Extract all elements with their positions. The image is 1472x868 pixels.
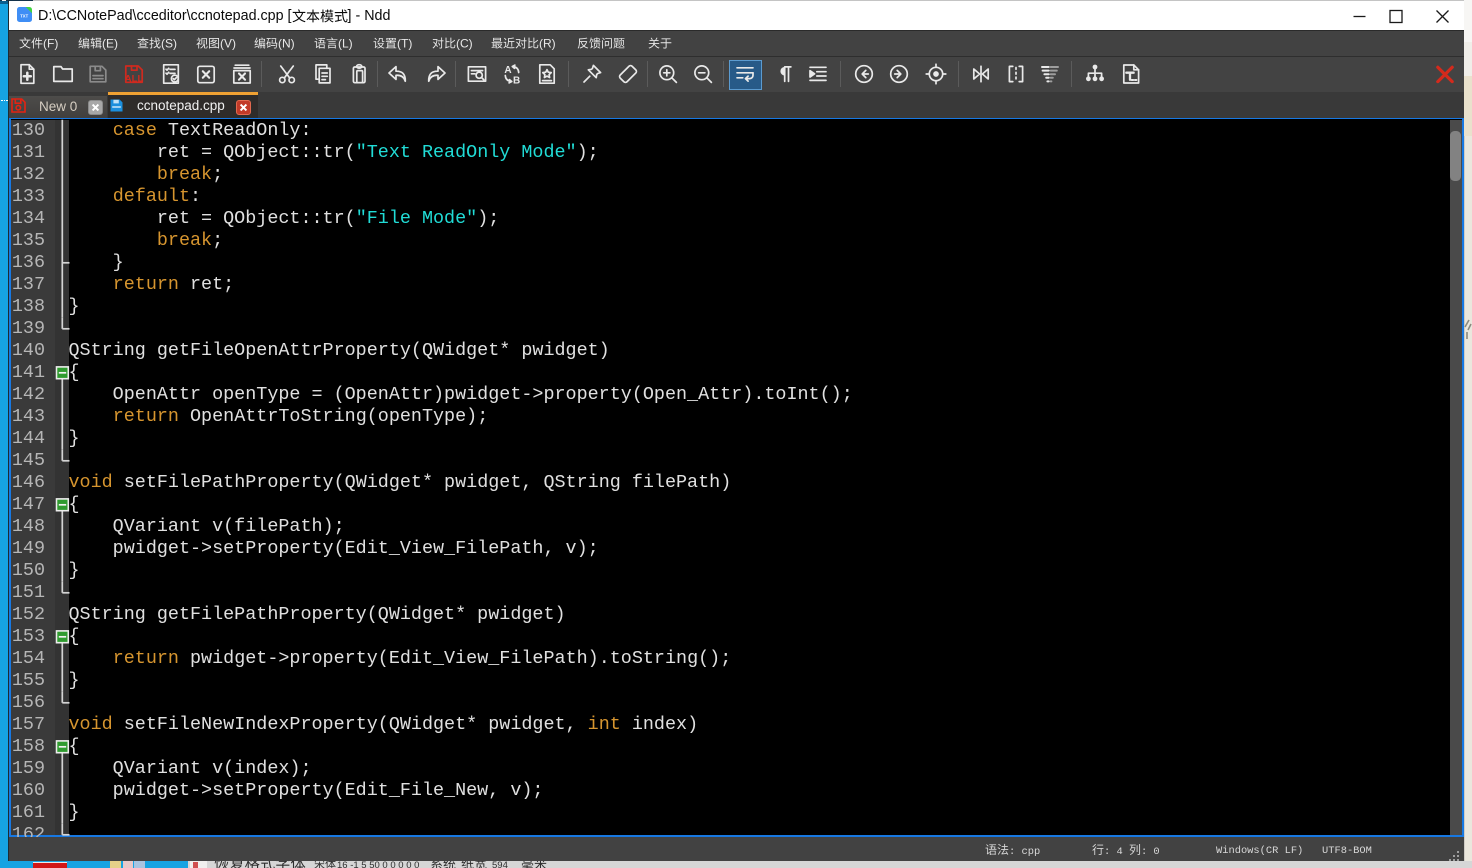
svg-text:594: 594 (492, 861, 508, 868)
svg-text:(F): (F) (43, 37, 58, 51)
svg-text:: 4: : 4 (1104, 846, 1129, 858)
svg-text:(T): (T) (397, 37, 412, 51)
svg-text:(N): (N) (278, 37, 295, 51)
svg-text:(R): (R) (539, 37, 556, 51)
svg-text:(S): (S) (161, 37, 177, 51)
svg-text:TXT: TXT (20, 14, 28, 19)
svg-text:A: A (504, 65, 511, 76)
svg-text:(E): (E) (102, 37, 118, 51)
svg-text:(C): (C) (456, 37, 473, 51)
svg-text:16 -1 5 50 0 0 0 0 0: 16 -1 5 50 0 0 0 0 0 (337, 861, 419, 868)
svg-text:: cpp: : cpp (1009, 846, 1040, 858)
svg-text:B: B (512, 76, 519, 87)
svg-text:(V): (V) (220, 37, 236, 51)
svg-text:: 0: : 0 (1141, 846, 1160, 858)
svg-text:(L): (L) (338, 37, 353, 51)
svg-text:ALL: ALL (125, 73, 144, 84)
